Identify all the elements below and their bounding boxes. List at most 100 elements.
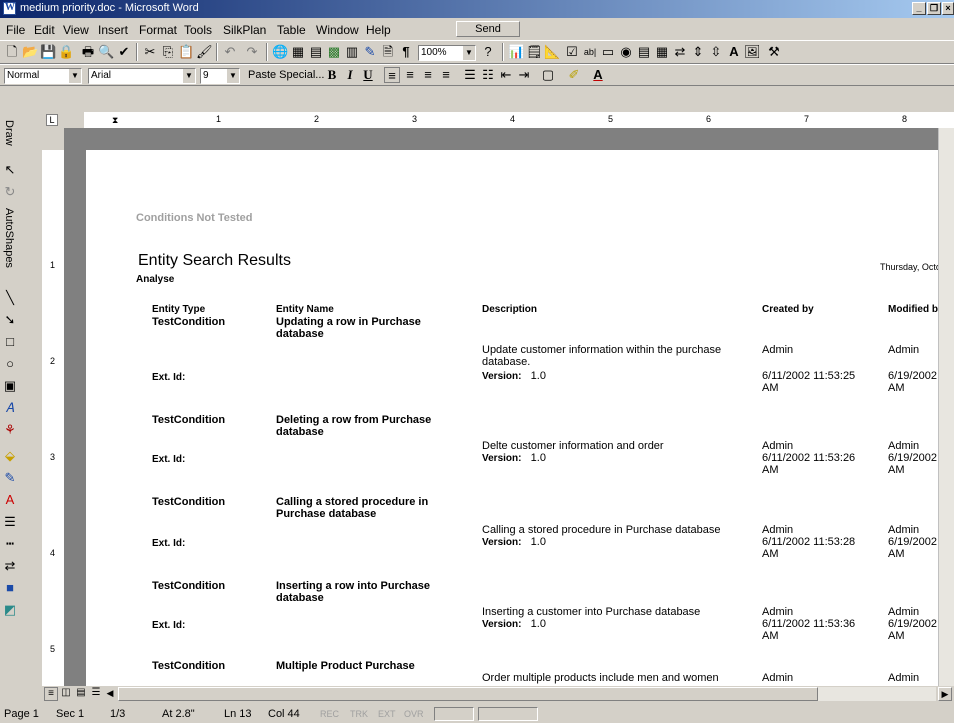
status-rec[interactable]: REC <box>320 709 339 719</box>
checkbox-control-icon[interactable]: ☑ <box>564 44 580 60</box>
rectangle-icon[interactable]: □ <box>2 334 18 350</box>
menu-file[interactable]: File <box>6 23 25 37</box>
3d-icon[interactable]: ◩ <box>2 602 18 618</box>
align-center-icon[interactable]: ≡ <box>402 67 418 83</box>
scroll-right-icon[interactable]: ▶ <box>938 687 952 701</box>
increase-indent-icon[interactable]: ⇥ <box>516 67 532 83</box>
copy-icon[interactable]: ⎘ <box>160 44 176 60</box>
dash-style-icon[interactable]: ┅ <box>2 536 18 552</box>
button-control-icon[interactable]: ▭ <box>600 44 616 60</box>
style-select[interactable]: Normal ▼ <box>4 68 82 84</box>
wordart-icon[interactable]: 𝐴 <box>2 400 18 416</box>
menu-table[interactable]: Table <box>277 23 306 37</box>
drawing-icon[interactable]: ✎ <box>362 44 378 60</box>
status-ovr[interactable]: OVR <box>404 709 424 719</box>
tables-borders-icon[interactable]: ▦ <box>290 44 306 60</box>
italic-button[interactable]: I <box>342 67 358 83</box>
chevron-down-icon[interactable]: ▼ <box>183 69 195 83</box>
autoshapes-menu[interactable]: AutoShapes <box>3 208 15 268</box>
send-button[interactable]: Send <box>456 21 520 37</box>
select-objects-icon[interactable]: ↖ <box>2 162 18 178</box>
print-preview-icon[interactable]: 🔍 <box>98 44 114 60</box>
align-left-icon[interactable]: ≡ <box>384 67 400 83</box>
align-right-icon[interactable]: ≡ <box>420 67 436 83</box>
document-page[interactable]: Conditions Not Tested Entity Search Resu… <box>86 150 944 686</box>
arrow-icon[interactable]: ➘ <box>2 312 18 328</box>
horizontal-scrollbar-track[interactable] <box>818 687 936 701</box>
highlight-icon[interactable]: ✐ <box>566 67 582 83</box>
chart-icon[interactable]: 📊 <box>508 44 524 60</box>
open-icon[interactable]: 📂 <box>22 44 38 60</box>
oval-icon[interactable]: ○ <box>2 356 18 372</box>
spin-control-icon[interactable]: ⇕ <box>690 44 706 60</box>
menu-silkplan[interactable]: SilkPlan <box>223 23 266 37</box>
horizontal-ruler[interactable]: 1 2 3 4 5 6 7 8 ⧗ <box>84 112 954 129</box>
zoom-select[interactable]: 100% ▼ <box>418 45 476 61</box>
menu-edit[interactable]: Edit <box>34 23 55 37</box>
redo-icon[interactable]: ↷ <box>244 44 260 60</box>
textbox-icon[interactable]: ▣ <box>2 378 18 394</box>
status-ext[interactable]: EXT <box>378 709 396 719</box>
line-style-icon[interactable]: ☰ <box>2 514 18 530</box>
web-view-icon[interactable]: ◫ <box>59 687 73 701</box>
image-control-icon[interactable]: 🖼 <box>744 44 761 60</box>
list-control-icon[interactable]: ▤ <box>636 44 652 60</box>
bold-button[interactable]: B <box>324 67 340 83</box>
menu-window[interactable]: Window <box>316 23 359 37</box>
font-color-icon[interactable]: A <box>590 67 606 83</box>
help-icon[interactable]: ? <box>480 44 496 60</box>
font-color-draw-icon[interactable]: A <box>2 492 18 508</box>
decrease-indent-icon[interactable]: ⇤ <box>498 67 514 83</box>
permission-icon[interactable]: 🔒 <box>58 44 74 60</box>
new-document-icon[interactable]: 🗋 <box>4 44 20 60</box>
print-icon[interactable]: 🖶 <box>80 44 96 60</box>
menu-format[interactable]: Format <box>139 23 177 37</box>
justify-icon[interactable]: ≡ <box>438 67 454 83</box>
bullets-icon[interactable]: ☷ <box>480 67 496 83</box>
undo-icon[interactable]: ↶ <box>222 44 238 60</box>
numbering-icon[interactable]: ☰ <box>462 67 478 83</box>
hyperlink-icon[interactable]: 🌐 <box>272 44 288 60</box>
insert-table-icon[interactable]: ▤ <box>308 44 324 60</box>
insert-excel-icon[interactable]: ▩ <box>326 44 342 60</box>
chevron-down-icon[interactable]: ▼ <box>463 46 475 60</box>
chevron-down-icon[interactable]: ▼ <box>227 69 239 83</box>
vertical-ruler[interactable]: 1 2 3 4 5 <box>42 150 65 686</box>
line-color-icon[interactable]: ✎ <box>2 470 18 486</box>
cut-icon[interactable]: ✂ <box>142 44 158 60</box>
label-control-icon[interactable]: A <box>726 44 742 60</box>
menu-view[interactable]: View <box>63 23 89 37</box>
format-painter-icon[interactable]: 🖌 <box>196 44 213 60</box>
close-button[interactable]: × <box>942 2 954 15</box>
columns-icon[interactable]: ▥ <box>344 44 360 60</box>
menu-tools[interactable]: Tools <box>184 23 212 37</box>
document-map-icon[interactable]: 🗎 <box>380 44 396 60</box>
font-select[interactable]: Arial ▼ <box>88 68 196 84</box>
fill-color-icon[interactable]: ⬙ <box>2 448 18 464</box>
menu-help[interactable]: Help <box>366 23 391 37</box>
indent-marker-icon[interactable]: ⧗ <box>112 115 118 126</box>
arrow-style-icon[interactable]: ⇄ <box>2 558 18 574</box>
radio-control-icon[interactable]: ◉ <box>618 44 634 60</box>
scroll-left-icon[interactable]: ◀ <box>104 687 116 701</box>
spelling-icon[interactable]: ✔ <box>116 44 132 60</box>
vertical-scrollbar[interactable] <box>938 128 954 686</box>
paste-special-button[interactable]: Paste Special... <box>248 69 324 81</box>
font-size-select[interactable]: 9 ▼ <box>200 68 240 84</box>
scrollbar-control-icon[interactable]: ⇳ <box>708 44 724 60</box>
save-icon[interactable]: 💾 <box>40 44 56 60</box>
paste-icon[interactable]: 📋 <box>178 44 194 60</box>
toggle-control-icon[interactable]: ⇄ <box>672 44 688 60</box>
print-view-icon[interactable]: ▤ <box>74 687 88 701</box>
status-trk[interactable]: TRK <box>350 709 368 719</box>
borders-icon[interactable]: ▢ <box>540 67 556 83</box>
chevron-down-icon[interactable]: ▼ <box>69 69 81 83</box>
clipart-icon[interactable]: ⚘ <box>2 422 18 438</box>
more-controls-icon[interactable]: ⚒ <box>766 44 782 60</box>
horizontal-scrollbar-thumb[interactable] <box>118 687 818 701</box>
properties-icon[interactable]: 🗒 <box>526 44 543 60</box>
line-icon[interactable]: ╲ <box>2 290 18 306</box>
minimize-button[interactable]: _ <box>912 2 926 15</box>
show-hide-icon[interactable]: ¶ <box>398 44 414 60</box>
shadow-icon[interactable]: ■ <box>2 580 18 596</box>
